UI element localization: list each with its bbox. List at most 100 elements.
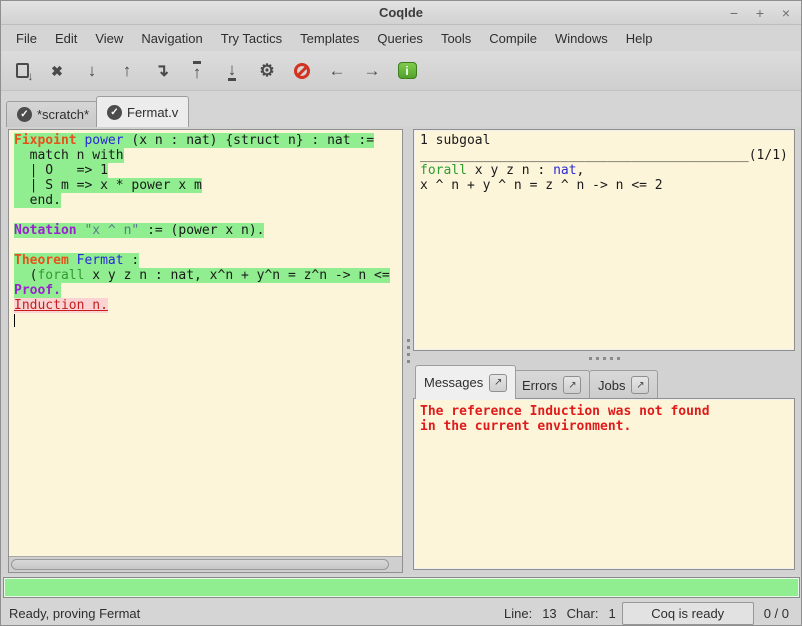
- interrupt-button[interactable]: [291, 59, 313, 83]
- close-icon[interactable]: ×: [779, 6, 793, 20]
- code-segment: 1 subgoal: [420, 133, 490, 148]
- save-button[interactable]: [11, 59, 33, 83]
- code-line: Fixpoint power (x n : nat) {struct n} : …: [14, 133, 402, 148]
- code-segment: Notation: [14, 223, 77, 238]
- minimize-icon[interactable]: −: [727, 6, 741, 20]
- tab-check-icon: ✓: [107, 105, 122, 120]
- progress-bar: [3, 577, 800, 598]
- code-segment: "x ^ n": [84, 223, 139, 238]
- code-line: Theorem Fermat :: [14, 253, 402, 268]
- code-segment: ________________________________________…: [420, 148, 788, 163]
- editor-hscrollbar: [9, 557, 402, 572]
- main-area: Fixpoint power (x n : nat) {struct n} : …: [1, 127, 801, 575]
- tab-errors[interactable]: Errors ↗: [513, 370, 590, 399]
- hscrollbar-thumb[interactable]: [11, 559, 389, 570]
- code-segment: Proof.: [14, 283, 61, 298]
- right-arrow-icon: →: [364, 62, 381, 79]
- menu-queries[interactable]: Queries: [368, 28, 432, 49]
- right-column: 1 subgoal_______________________________…: [413, 127, 795, 575]
- code-segment: match n with: [14, 148, 124, 163]
- status-message: Ready, proving Fermat: [9, 606, 140, 621]
- tab-fermat[interactable]: ✓ Fermat.v: [96, 96, 189, 127]
- code-segment: (x n : nat) {struct n} : nat :=: [124, 133, 374, 148]
- up-arrow-icon: ↑: [123, 62, 132, 79]
- code-line: [14, 238, 402, 253]
- menu-tools[interactable]: Tools: [432, 28, 480, 49]
- window-controls: − + ×: [727, 1, 793, 25]
- up-to-start-icon: ↑: [193, 61, 202, 81]
- interrupt-icon: [294, 63, 310, 79]
- code-segment: power: [84, 133, 123, 148]
- left-arrow-icon: ←: [329, 62, 346, 79]
- go-to-end-button[interactable]: ↓: [221, 59, 243, 83]
- tab-scratch[interactable]: ✓ *scratch*: [6, 101, 100, 127]
- code-line: forall x y z n : nat,: [420, 163, 794, 178]
- goals-panel[interactable]: 1 subgoal_______________________________…: [413, 129, 795, 351]
- tab-label: Jobs: [598, 378, 625, 393]
- detach-icon[interactable]: ↗: [489, 374, 507, 392]
- save-icon: [16, 63, 29, 78]
- tab-jobs[interactable]: Jobs ↗: [589, 370, 658, 399]
- menu-windows[interactable]: Windows: [546, 28, 617, 49]
- code-line: | O => 1: [14, 163, 402, 178]
- tab-messages[interactable]: Messages ↗: [415, 365, 516, 399]
- coq-status-text: Coq is ready: [651, 606, 724, 621]
- gear-icon: ⚙: [259, 62, 274, 79]
- menu-file[interactable]: File: [7, 28, 46, 49]
- backward-one-button[interactable]: ↑: [116, 59, 138, 83]
- code-line: Induction n.: [14, 298, 402, 313]
- code-line: end.: [14, 193, 402, 208]
- close-buffer-icon: ✖: [51, 64, 63, 78]
- code-segment: end.: [14, 193, 61, 208]
- menu-edit[interactable]: Edit: [46, 28, 86, 49]
- code-segment: nat: [553, 163, 576, 178]
- menu-navigation[interactable]: Navigation: [132, 28, 211, 49]
- horizontal-splitter[interactable]: [413, 351, 795, 365]
- line-value: 13: [542, 606, 556, 621]
- maximize-icon[interactable]: +: [753, 6, 767, 20]
- code-segment: Theorem: [14, 253, 69, 268]
- messages-panel[interactable]: The reference Induction was not found in…: [413, 398, 795, 570]
- statusbar: Ready, proving Fermat Line: 13 Char: 1 C…: [1, 599, 801, 626]
- about-button[interactable]: i: [396, 59, 418, 83]
- coq-status-box: Coq is ready: [622, 602, 754, 625]
- restart-button[interactable]: ↑: [186, 59, 208, 83]
- window-title: CoqIde: [379, 5, 423, 20]
- tab-label: Messages: [424, 375, 483, 390]
- code-line: | S m => x * power x m: [14, 178, 402, 193]
- tab-label: *scratch*: [37, 107, 89, 122]
- line-label: Line:: [504, 606, 532, 621]
- forward-one-button[interactable]: ↓: [81, 59, 103, 83]
- tab-check-icon: ✓: [17, 107, 32, 122]
- char-value: 1: [608, 606, 615, 621]
- next-button[interactable]: →: [361, 59, 383, 83]
- menu-help[interactable]: Help: [617, 28, 662, 49]
- code-segment: [69, 253, 77, 268]
- code-segment: ,: [577, 163, 585, 178]
- close-buffer-button[interactable]: ✖: [46, 59, 68, 83]
- menu-view[interactable]: View: [86, 28, 132, 49]
- fully-check-button[interactable]: ⚙: [256, 59, 278, 83]
- code-line: ________________________________________…: [420, 148, 794, 163]
- code-line: (forall x y z n : nat, x^n + y^n = z^n -…: [14, 268, 402, 283]
- detach-icon[interactable]: ↗: [631, 376, 649, 394]
- menu-compile[interactable]: Compile: [480, 28, 546, 49]
- down-to-end-icon: ↓: [228, 61, 237, 81]
- info-bubble-icon: i: [398, 62, 417, 79]
- titlebar: CoqIde − + ×: [1, 1, 801, 25]
- go-to-cursor-button[interactable]: ↴: [151, 59, 173, 83]
- messages-notebook: Errors ↗ Jobs ↗ Messages ↗ The reference…: [413, 365, 795, 571]
- detach-icon[interactable]: ↗: [563, 376, 581, 394]
- menu-try-tactics[interactable]: Try Tactics: [212, 28, 291, 49]
- code-line: 1 subgoal: [420, 133, 794, 148]
- previous-button[interactable]: ←: [326, 59, 348, 83]
- text-caret: [14, 314, 15, 327]
- tab-label: Errors: [522, 378, 557, 393]
- vertical-splitter[interactable]: [403, 127, 413, 575]
- code-line: [14, 208, 402, 223]
- code-line: Proof.: [14, 283, 402, 298]
- menu-templates[interactable]: Templates: [291, 28, 368, 49]
- code-segment: Fermat: [77, 253, 124, 268]
- script-editor[interactable]: Fixpoint power (x n : nat) {struct n} : …: [9, 130, 402, 557]
- code-segment: :: [124, 253, 140, 268]
